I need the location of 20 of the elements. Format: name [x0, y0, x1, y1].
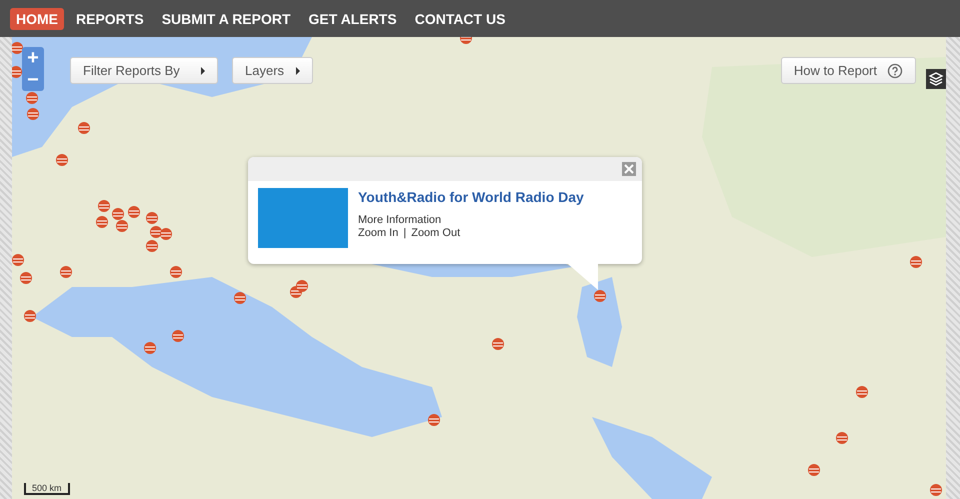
close-icon	[624, 164, 634, 174]
dropdown-menu-button[interactable]: Filter Reports By	[70, 57, 218, 84]
zoom-out-link[interactable]: Zoom Out	[411, 227, 460, 240]
caret-icon	[296, 66, 300, 74]
scale-bar: 500 km	[24, 483, 70, 495]
caret-icon	[201, 66, 205, 74]
nav-link[interactable]: REPORTS	[70, 8, 150, 30]
layers-icon[interactable]	[926, 69, 946, 89]
zoom-in-link[interactable]: Zoom In	[358, 227, 398, 240]
help-icon	[887, 62, 903, 78]
more-information-link[interactable]: More Information	[358, 214, 584, 227]
nav-link[interactable]: HOME	[10, 8, 64, 30]
help-button[interactable]: How to Report	[780, 57, 916, 84]
nav-link[interactable]: GET ALERTS	[302, 8, 403, 30]
dropdown-menu-button[interactable]: Layers	[232, 57, 314, 84]
nav-link[interactable]: CONTACT US	[408, 8, 512, 30]
nav-link[interactable]: SUBMIT A REPORT	[156, 8, 297, 30]
separator: |	[403, 227, 406, 240]
popup-title: Youth&Radio for World Radio Day	[358, 189, 584, 205]
close-button[interactable]	[622, 162, 636, 176]
